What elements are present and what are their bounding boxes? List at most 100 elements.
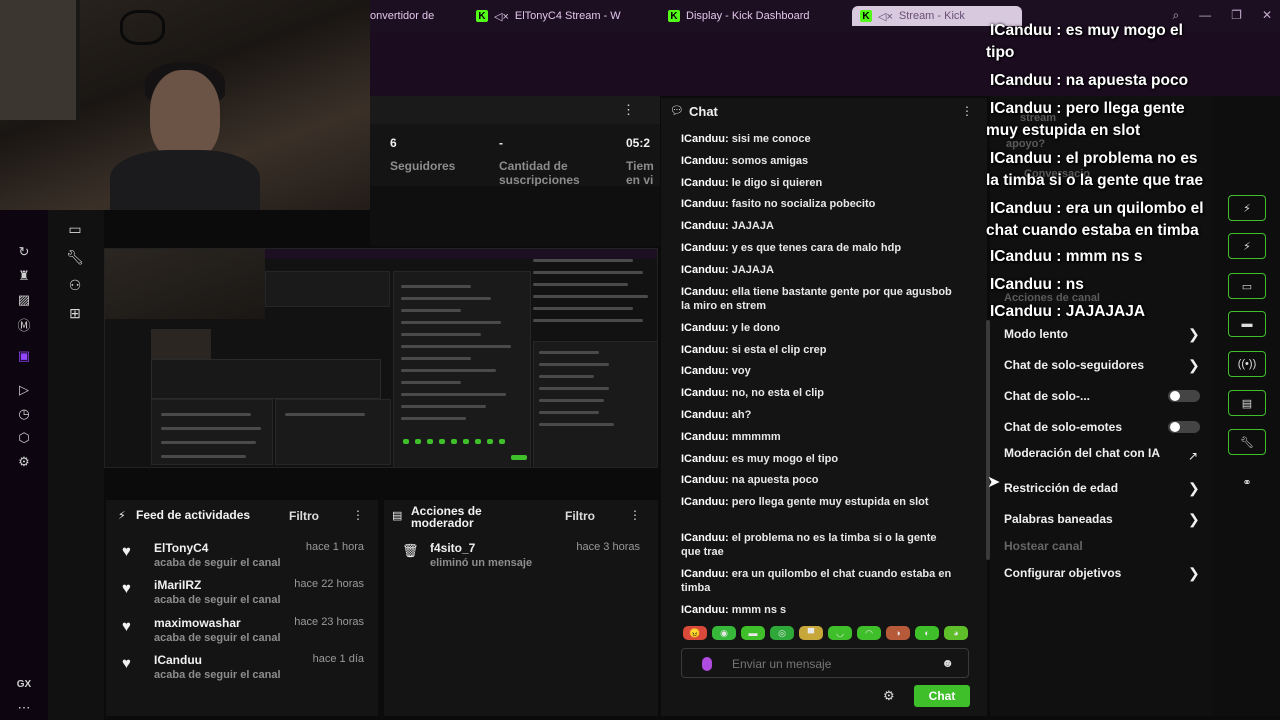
chat-message-text: fasito no socializa pobecito xyxy=(731,198,876,210)
clock-icon[interactable]: ◷ xyxy=(14,404,34,424)
chat-username[interactable]: ICanduu: xyxy=(681,220,729,232)
chat-message-text: es muy mogo el tipo xyxy=(731,453,839,465)
chat-username[interactable]: ICanduu: xyxy=(681,177,729,189)
chat-message-text: voy xyxy=(731,365,751,377)
chat-message: ICanduu: na apuesta poco xyxy=(681,473,957,487)
toggle-switch[interactable] xyxy=(1168,421,1200,433)
chat-username[interactable]: ICanduu: xyxy=(681,453,729,465)
wrench-icon[interactable]: 🔧︎ xyxy=(64,248,86,266)
webcam-feed xyxy=(0,0,370,210)
chat-username[interactable]: ICanduu: xyxy=(681,264,729,276)
emote-icon[interactable]: ◠ xyxy=(857,626,881,640)
chat-username[interactable]: ICanduu: xyxy=(681,344,729,356)
channel-action-3[interactable]: Chat de solo-emotes xyxy=(1004,421,1169,433)
chat-username[interactable]: ICanduu: xyxy=(681,496,729,508)
more-vertical-icon[interactable]: ⋮ xyxy=(629,508,641,522)
chat-message-text: no, no esta el clip xyxy=(731,387,825,399)
chat-username[interactable]: ICanduu: xyxy=(681,133,729,145)
cube-icon[interactable]: ⬡ xyxy=(14,428,34,448)
feed-filter-button[interactable]: Filtro xyxy=(289,509,319,523)
feed-item: ♥ iMariIRZ hace 22 horas acaba de seguir… xyxy=(122,578,364,606)
chat-username[interactable]: ICanduu: xyxy=(681,242,729,254)
tab-display-dashboard[interactable]: K Display - Kick Dashboard xyxy=(668,6,838,26)
play-icon[interactable]: ▷ xyxy=(14,380,34,400)
chat-settings-icon[interactable]: ⚙ xyxy=(883,688,895,704)
mod-filter-button[interactable]: Filtro xyxy=(565,509,595,523)
channel-action-7: Hostear canal xyxy=(1004,539,1083,553)
emote-icon[interactable]: ◕ xyxy=(944,626,968,640)
channel-action-2[interactable]: Chat de solo-... xyxy=(1004,390,1169,402)
chat-username[interactable]: ICanduu: xyxy=(681,155,729,167)
chat-username[interactable]: ICanduu: xyxy=(681,532,729,544)
tab-converter[interactable]: onvertidor de xyxy=(370,6,450,26)
chat-username[interactable]: ICanduu: xyxy=(681,409,729,421)
share-icon[interactable]: ⚭ xyxy=(1228,469,1266,495)
chat-username[interactable]: ICanduu: xyxy=(681,387,729,399)
emote-icon[interactable]: ◡ xyxy=(828,626,852,640)
users-icon[interactable]: ⚇ xyxy=(64,276,86,294)
bolt-icon: ⚡︎ xyxy=(118,510,126,522)
channel-action-6[interactable]: Palabras baneadas xyxy=(1004,513,1169,525)
more-vertical-icon[interactable]: ⋮ xyxy=(961,104,973,118)
toggle-switch[interactable] xyxy=(1168,390,1200,402)
chat-message-text: le digo si quieren xyxy=(731,177,823,189)
wrench-icon[interactable]: 🔧︎ xyxy=(1228,429,1266,455)
chat-username[interactable]: ICanduu: xyxy=(681,474,729,486)
refresh-icon[interactable]: ↻ xyxy=(14,242,34,262)
channel-action-1[interactable]: Chat de solo-seguidores xyxy=(1004,359,1169,371)
broadcast-icon[interactable]: ((•)) xyxy=(1228,351,1266,377)
chat-username[interactable]: ICanduu: xyxy=(681,604,729,616)
chat-input-field[interactable] xyxy=(732,657,932,671)
emote-icon[interactable]: 😠 xyxy=(683,626,707,640)
more-vertical-icon[interactable]: ⋮ xyxy=(622,102,635,118)
chat-username[interactable]: ICanduu: xyxy=(681,365,729,377)
chat-message-input[interactable]: ☻ xyxy=(681,648,969,678)
kick-icon: K xyxy=(860,10,872,22)
chat-message: ICanduu: pero llega gente muy estupida e… xyxy=(681,495,957,509)
cleaner-icon[interactable]: ▨ xyxy=(14,290,34,310)
mod-action-item: 🗑︎ f4sito_7 hace 3 horas eliminó un mens… xyxy=(402,541,640,569)
channel-action-4[interactable]: Moderación del chat con IA xyxy=(1004,447,1174,459)
chat-message-text: mmm ns s xyxy=(731,604,787,616)
feed-item: ♥ maximowashar hace 23 horas acaba de se… xyxy=(122,616,364,644)
chat-username[interactable]: ICanduu: xyxy=(681,198,729,210)
channel-action-0[interactable]: Modo lento xyxy=(1004,328,1169,340)
stats-spacer xyxy=(370,186,660,246)
chat-message-text: ah? xyxy=(731,409,752,421)
chat-message: ICanduu: y es que tenes cara de malo hdp xyxy=(681,241,957,255)
tab-eltonyc4-stream[interactable]: K ◁× ElTonyC4 Stream - W xyxy=(476,6,646,26)
emote-icon[interactable]: ◎ xyxy=(770,626,794,640)
chevron-right-icon: ❯ xyxy=(1188,357,1200,373)
layout-icon[interactable]: ▤ xyxy=(1228,390,1266,416)
twitch-icon[interactable]: ▣ xyxy=(14,346,34,366)
more-vertical-icon[interactable]: ⋮ xyxy=(352,508,364,522)
chat-message: ICanduu: ah? xyxy=(681,408,957,422)
chat-username[interactable]: ICanduu: xyxy=(681,286,729,298)
chat-username[interactable]: ICanduu: xyxy=(681,568,729,580)
send-chat-button[interactable]: Chat xyxy=(914,685,970,707)
stream-display-icon[interactable]: ▭ xyxy=(64,220,86,238)
overlay-chat-line: la timba si o la gente que trae xyxy=(986,172,1204,189)
channel-action-5[interactable]: Restricción de edad xyxy=(1004,482,1169,494)
mail-icon[interactable]: Ⓜ xyxy=(14,314,34,334)
heart-icon: ♥ xyxy=(122,543,131,560)
emote-icon[interactable]: ◑ xyxy=(886,626,910,640)
channel-action-8[interactable]: Configurar objetivos xyxy=(1004,567,1169,579)
emote-icon[interactable]: ▬ xyxy=(741,626,765,640)
chat-message: ICanduu: el problema no es la timba si o… xyxy=(681,531,957,559)
emote-icon[interactable]: ◉ xyxy=(712,626,736,640)
chevron-right-icon: ❯ xyxy=(1188,565,1200,581)
chat-username[interactable]: ICanduu: xyxy=(681,322,729,334)
chat-message-text: na apuesta poco xyxy=(731,474,819,486)
chat-username[interactable]: ICanduu: xyxy=(681,431,729,443)
emote-icon[interactable]: ▀ xyxy=(799,626,823,640)
emote-icon[interactable]: ◐ xyxy=(915,626,939,640)
more-icon[interactable]: ⋯ xyxy=(14,698,34,718)
controller-icon[interactable]: ♜ xyxy=(14,266,34,286)
settings-icon[interactable]: ⚙ xyxy=(14,452,34,472)
microphone-icon[interactable] xyxy=(702,657,712,671)
dashboard-icon[interactable]: ⊞ xyxy=(64,304,86,322)
list-icon: ▤ xyxy=(392,510,403,522)
emoji-icon[interactable]: ☻ xyxy=(941,656,954,670)
kick-icon: K xyxy=(476,10,488,22)
